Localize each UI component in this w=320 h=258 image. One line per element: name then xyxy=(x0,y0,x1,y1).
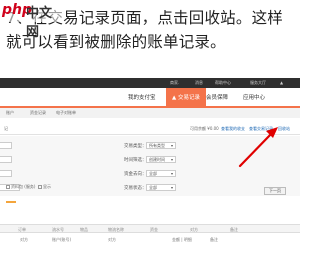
toolbar-link[interactable]: 查看我的收支 xyxy=(221,126,245,132)
toolbar-link[interactable]: 查看交易记录 xyxy=(249,126,273,132)
subnav-item[interactable]: 资金记录 xyxy=(30,110,46,116)
left-input[interactable] xyxy=(0,142,12,149)
toolbar-left: 记 xyxy=(4,126,8,131)
table-header-cell: 备注 xyxy=(230,227,238,232)
next-page-button[interactable]: 下一页 xyxy=(264,187,286,195)
checkbox[interactable] xyxy=(6,185,10,189)
search-button[interactable] xyxy=(6,201,16,203)
filter-label: 时间筛选： xyxy=(124,158,147,163)
fund-select[interactable]: 全部 ▾ xyxy=(146,170,176,177)
topbar-item[interactable]: 帮助中心 xyxy=(215,80,231,86)
alipay-screenshot: 商家. 消息 帮助中心 服务大厅 ▲ 我的支付宝 ▲ 交易记录 会员保障 应用中… xyxy=(0,70,300,258)
filter-label: 交易状态： xyxy=(124,186,147,191)
logo-cn: 中文网 xyxy=(26,6,53,40)
table-header-cell: 资金 xyxy=(150,227,158,232)
nav-apps[interactable]: 应用中心 xyxy=(243,93,265,101)
top-bar: 商家. 消息 帮助中心 服务大厅 ▲ xyxy=(0,78,300,88)
topbar-item[interactable]: 消息 xyxy=(195,80,203,86)
table-subheader-cell: 对方 xyxy=(108,237,116,242)
balance-text: 可用余额 ¥0.00 xyxy=(190,126,219,131)
filter-label: 交易类型： xyxy=(124,144,147,149)
table-subheader: 对方 账户(账号) 对方 金额 | 明细 备注 xyxy=(0,236,300,245)
table-subheader-cell: 备注 xyxy=(210,237,218,242)
nav-member[interactable]: 会员保障 xyxy=(206,93,228,101)
divider xyxy=(0,134,300,135)
topbar-item[interactable]: 商家. xyxy=(170,80,179,86)
table-header-cell: 订单 xyxy=(18,227,26,232)
type-select[interactable]: 所有类型 ▾ xyxy=(146,142,176,149)
table-subheader-cell: 对方 xyxy=(20,237,28,242)
table-subheader-cell: 金额 | 明细 xyxy=(172,237,192,242)
toolbar-row: 记 可用余额 ¥0.00 查看我的收支 查看交易记录 回收站 xyxy=(0,125,300,133)
topbar-item[interactable]: ▲ xyxy=(280,80,283,85)
subnav-item[interactable]: 账户 xyxy=(6,110,14,116)
table-subheader-cell: 账户(账号) xyxy=(52,237,72,242)
watermark-logo: php 中文网 xyxy=(0,0,62,40)
nav-my-alipay[interactable]: 我的支付宝 xyxy=(128,93,156,101)
subnav-item[interactable]: 电子对账单 xyxy=(56,110,76,116)
table-header-cell: 物品 xyxy=(80,227,88,232)
time-select[interactable]: 创建时间 ▾ xyxy=(146,156,176,163)
checkbox-row: 资料包 (服务) 显示 xyxy=(6,184,51,190)
filter-label: 资金去向： xyxy=(124,172,147,177)
table-header-cell: 物流名称 xyxy=(108,227,124,232)
sub-nav: 账户 资金记录 电子对账单 xyxy=(0,108,300,118)
main-nav: 我的支付宝 ▲ 交易记录 会员保障 应用中心 xyxy=(0,88,300,106)
table-header: 订单 流水号 物品 物流名称 资金 对方 备注 xyxy=(0,224,300,233)
status-select[interactable]: 全部 ▾ xyxy=(146,184,176,191)
checkbox[interactable] xyxy=(37,185,42,189)
table-header-cell: 流水号 xyxy=(52,227,64,232)
table-header-cell: 对方 xyxy=(190,227,198,232)
nav-trade-records[interactable]: ▲ 交易记录 xyxy=(166,88,206,106)
left-input[interactable] xyxy=(0,170,12,177)
left-input[interactable] xyxy=(0,156,12,163)
recycle-bin-link[interactable]: 回收站 xyxy=(278,126,290,132)
topbar-item[interactable]: 服务大厅 xyxy=(250,80,266,86)
